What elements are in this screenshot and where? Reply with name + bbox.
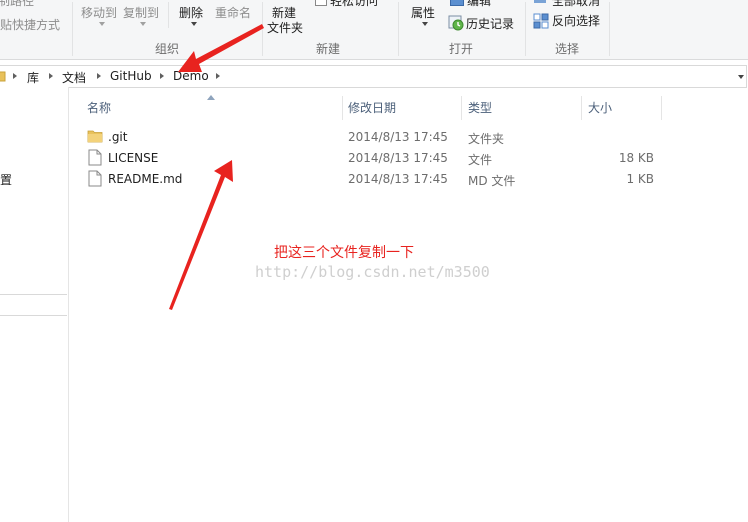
annotation-note: 把这三个文件复制一下: [274, 245, 414, 261]
watermark: http://blog.csdn.net/m3500: [255, 263, 490, 281]
arrow-to-new-folder-icon: [178, 24, 264, 72]
arrow-to-files-icon: [169, 160, 233, 310]
